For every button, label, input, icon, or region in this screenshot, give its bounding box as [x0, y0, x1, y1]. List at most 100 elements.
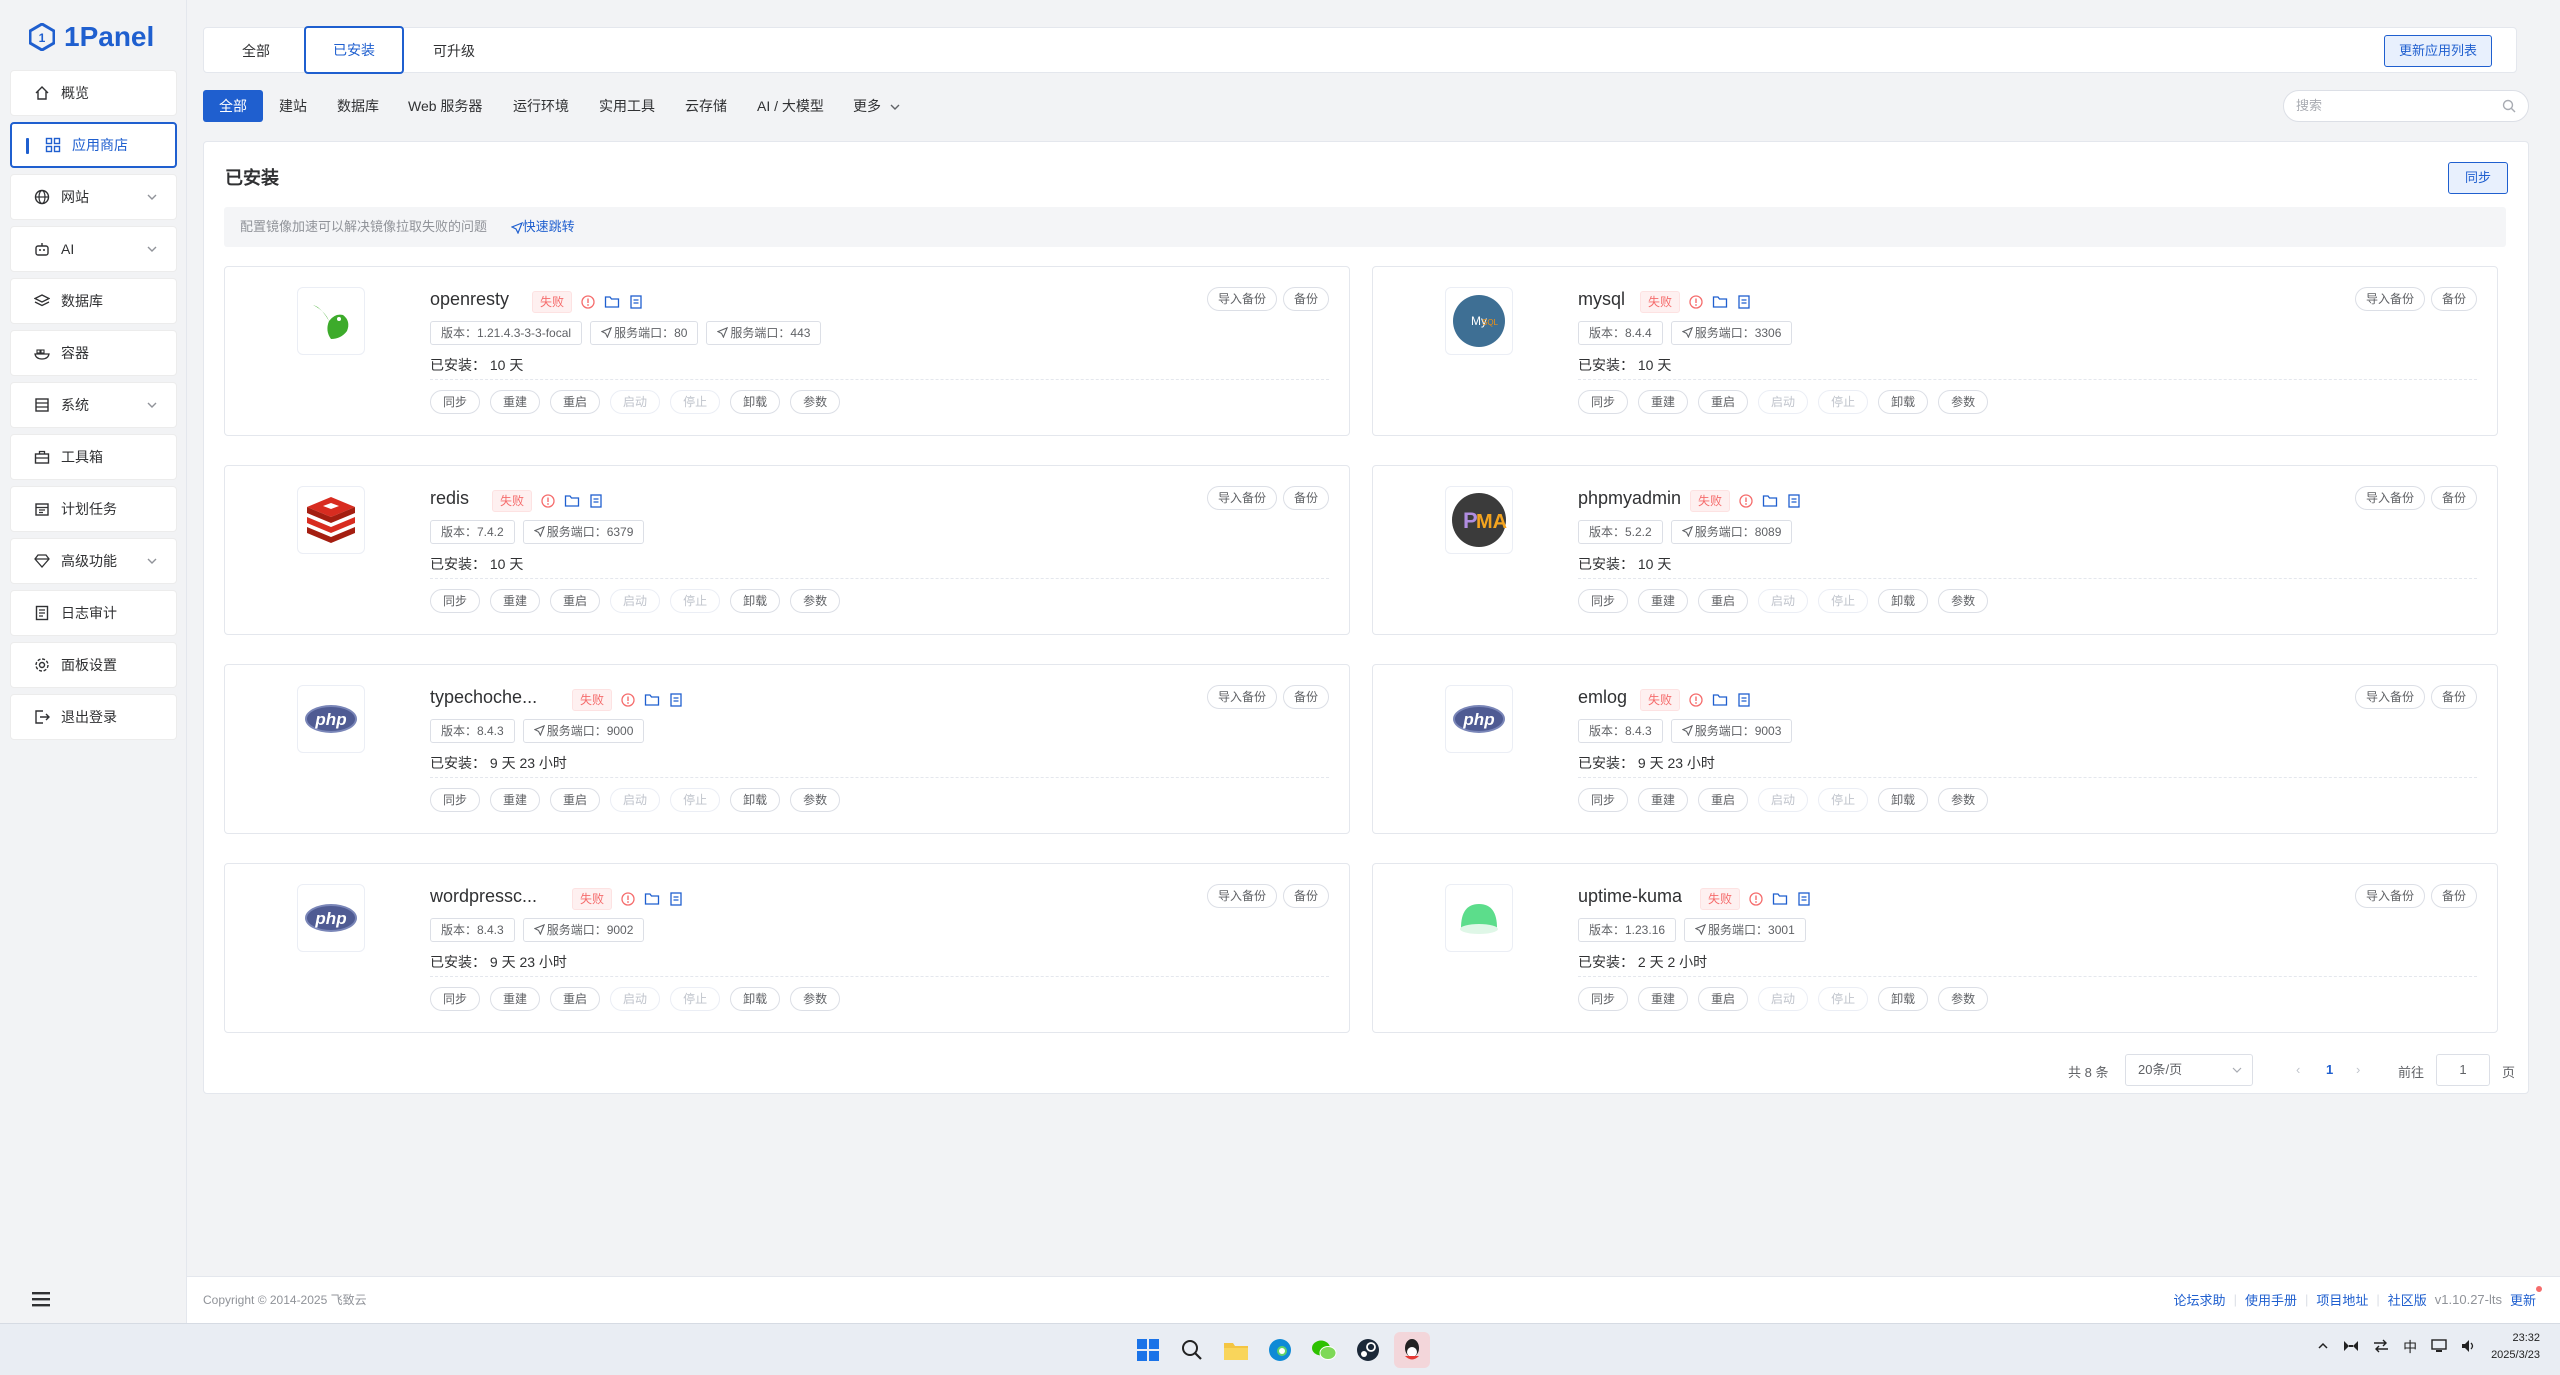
- app-action-button[interactable]: 同步: [430, 589, 481, 613]
- footer-update-link[interactable]: 更新: [2510, 1286, 2543, 1309]
- folder-icon[interactable]: [1762, 493, 1778, 509]
- status-info-icon[interactable]: [580, 294, 596, 310]
- folder-icon[interactable]: [1712, 294, 1728, 310]
- app-action-button[interactable]: 重建: [490, 390, 541, 414]
- app-action-button[interactable]: 同步: [1578, 788, 1629, 812]
- app-action-button[interactable]: 同步: [430, 390, 481, 414]
- tab-all[interactable]: 全部: [226, 28, 286, 74]
- sidebar-item[interactable]: 系统: [10, 382, 177, 428]
- app-action-button[interactable]: 重建: [1638, 390, 1689, 414]
- app-action-button[interactable]: 参数: [790, 788, 841, 812]
- doc-icon[interactable]: [668, 891, 684, 907]
- status-info-icon[interactable]: [620, 692, 636, 708]
- backup-button[interactable]: 备份: [2430, 287, 2477, 311]
- footer-link-manual[interactable]: 使用手册: [2245, 1290, 2297, 1309]
- tray-chevron-up-icon[interactable]: [2317, 1339, 2329, 1355]
- app-action-button[interactable]: 卸载: [730, 390, 781, 414]
- next-page-icon[interactable]: ›: [2356, 1062, 2360, 1077]
- backup-button[interactable]: 备份: [1282, 884, 1329, 908]
- quick-jump-link[interactable]: 快速跳转: [510, 219, 575, 235]
- status-info-icon[interactable]: [1688, 692, 1704, 708]
- app-action-button[interactable]: 参数: [1938, 788, 1989, 812]
- tray-app-icon[interactable]: [2343, 1339, 2359, 1356]
- sidebar-item[interactable]: 应用商店: [10, 122, 177, 168]
- import-backup-button[interactable]: 导入备份: [2354, 685, 2425, 709]
- folder-icon[interactable]: [644, 692, 660, 708]
- sidebar-item[interactable]: 工具箱: [10, 434, 177, 480]
- app-action-button[interactable]: 卸载: [1878, 788, 1929, 812]
- update-app-list-button[interactable]: 更新应用列表: [2383, 35, 2492, 67]
- edge-browser-icon[interactable]: [1262, 1332, 1298, 1368]
- wechat-icon[interactable]: [1306, 1332, 1342, 1368]
- sidebar-item[interactable]: 容器: [10, 330, 177, 376]
- ime-indicator[interactable]: 中: [2403, 1337, 2417, 1357]
- sidebar-item[interactable]: 概览: [10, 70, 177, 116]
- footer-link-forum[interactable]: 论坛求助: [2174, 1290, 2226, 1309]
- folder-icon[interactable]: [1772, 891, 1788, 907]
- category-runtime[interactable]: 运行环境: [513, 90, 569, 122]
- doc-icon[interactable]: [1736, 692, 1752, 708]
- app-action-button[interactable]: 重启: [550, 788, 601, 812]
- logo[interactable]: 1 1Panel: [28, 14, 154, 60]
- app-action-button[interactable]: 参数: [1938, 589, 1989, 613]
- app-action-button[interactable]: 重建: [490, 987, 541, 1011]
- sidebar-item[interactable]: 日志审计: [10, 590, 177, 636]
- search-input[interactable]: 搜索: [2283, 90, 2529, 122]
- status-info-icon[interactable]: [1688, 294, 1704, 310]
- prev-page-icon[interactable]: ‹: [2296, 1062, 2300, 1077]
- folder-icon[interactable]: [644, 891, 660, 907]
- tab-installed[interactable]: 已安装: [304, 26, 404, 74]
- category-all[interactable]: 全部: [203, 90, 263, 122]
- backup-button[interactable]: 备份: [1282, 685, 1329, 709]
- app-action-button[interactable]: 参数: [790, 987, 841, 1011]
- doc-icon[interactable]: [1786, 493, 1802, 509]
- app-action-button[interactable]: 重启: [550, 390, 601, 414]
- category-website[interactable]: 建站: [279, 90, 307, 122]
- status-info-icon[interactable]: [1738, 493, 1754, 509]
- status-info-icon[interactable]: [620, 891, 636, 907]
- import-backup-button[interactable]: 导入备份: [2354, 486, 2425, 510]
- footer-edition[interactable]: 社区版: [2388, 1290, 2427, 1309]
- app-action-button[interactable]: 重启: [1698, 589, 1749, 613]
- footer-link-project[interactable]: 项目地址: [2316, 1290, 2368, 1309]
- app-action-button[interactable]: 卸载: [1878, 390, 1929, 414]
- menu-collapse-icon[interactable]: [30, 1288, 52, 1310]
- tray-clock[interactable]: 23:32 2025/3/23: [2491, 1330, 2540, 1364]
- app-action-button[interactable]: 同步: [430, 788, 481, 812]
- backup-button[interactable]: 备份: [2430, 685, 2477, 709]
- app-action-button[interactable]: 重建: [490, 589, 541, 613]
- qq-icon[interactable]: [1394, 1332, 1430, 1368]
- category-database[interactable]: 数据库: [337, 90, 379, 122]
- app-action-button[interactable]: 卸载: [1878, 589, 1929, 613]
- app-action-button[interactable]: 卸载: [730, 987, 781, 1011]
- category-more[interactable]: 更多: [853, 90, 901, 122]
- app-action-button[interactable]: 卸载: [1878, 987, 1929, 1011]
- sidebar-item[interactable]: 退出登录: [10, 694, 177, 740]
- page-number[interactable]: 1: [2326, 1062, 2333, 1077]
- app-action-button[interactable]: 参数: [790, 589, 841, 613]
- status-info-icon[interactable]: [1748, 891, 1764, 907]
- backup-button[interactable]: 备份: [2430, 884, 2477, 908]
- goto-page-input[interactable]: 1: [2436, 1054, 2490, 1086]
- app-action-button[interactable]: 重启: [1698, 390, 1749, 414]
- backup-button[interactable]: 备份: [1282, 486, 1329, 510]
- app-action-button[interactable]: 参数: [1938, 987, 1989, 1011]
- app-action-button[interactable]: 重启: [1698, 987, 1749, 1011]
- import-backup-button[interactable]: 导入备份: [2354, 287, 2425, 311]
- app-action-button[interactable]: 参数: [1938, 390, 1989, 414]
- category-tools[interactable]: 实用工具: [599, 90, 655, 122]
- doc-icon[interactable]: [1796, 891, 1812, 907]
- category-ai[interactable]: AI / 大模型: [757, 90, 824, 122]
- backup-button[interactable]: 备份: [1282, 287, 1329, 311]
- app-action-button[interactable]: 卸载: [730, 589, 781, 613]
- sidebar-item[interactable]: 数据库: [10, 278, 177, 324]
- app-action-button[interactable]: 重建: [1638, 788, 1689, 812]
- app-action-button[interactable]: 重建: [1638, 987, 1689, 1011]
- file-explorer-icon[interactable]: [1218, 1332, 1254, 1368]
- tray-volume-icon[interactable]: [2461, 1339, 2477, 1356]
- doc-icon[interactable]: [1736, 294, 1752, 310]
- sidebar-item[interactable]: 高级功能: [10, 538, 177, 584]
- app-action-button[interactable]: 同步: [1578, 589, 1629, 613]
- import-backup-button[interactable]: 导入备份: [2354, 884, 2425, 908]
- folder-icon[interactable]: [1712, 692, 1728, 708]
